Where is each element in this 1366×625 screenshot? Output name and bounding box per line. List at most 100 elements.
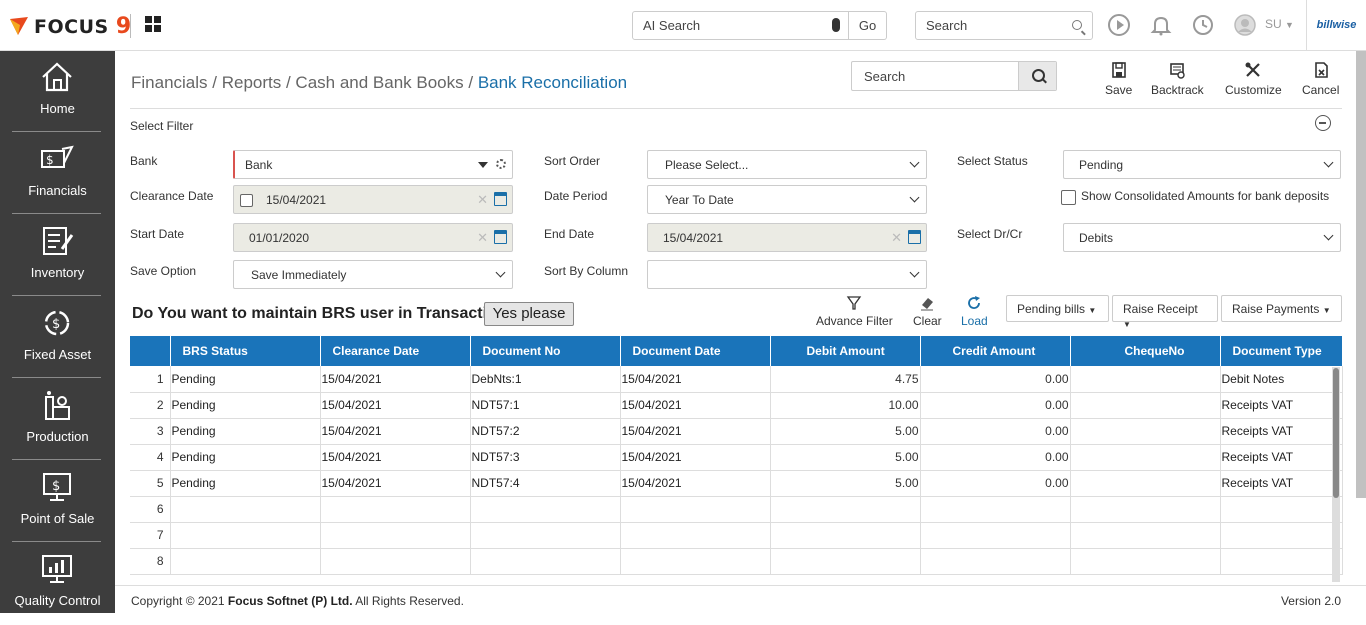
search-icon[interactable] bbox=[1072, 20, 1082, 30]
cell-credit[interactable]: 0.00 bbox=[920, 444, 1071, 471]
go-button[interactable]: Go bbox=[849, 11, 887, 40]
column-header[interactable]: Document No bbox=[470, 336, 621, 366]
column-header[interactable]: Credit Amount bbox=[920, 336, 1071, 366]
cancel-button[interactable]: Cancel bbox=[1302, 61, 1339, 97]
advance-filter-button[interactable]: Advance Filter bbox=[816, 294, 893, 328]
cell-debit[interactable] bbox=[770, 522, 921, 549]
cell-doc-date[interactable]: 15/04/2021 bbox=[620, 470, 771, 497]
cell-cheque[interactable] bbox=[1070, 366, 1221, 393]
raise-payments-dropdown[interactable]: Raise Payments ▼ bbox=[1221, 295, 1342, 322]
column-header[interactable]: Document Type bbox=[1220, 336, 1343, 366]
cell-type[interactable] bbox=[1220, 548, 1343, 575]
cell-type[interactable]: Receipts VAT bbox=[1220, 470, 1343, 497]
pending-bills-dropdown[interactable]: Pending bills ▼ bbox=[1006, 295, 1109, 322]
backtrack-button[interactable]: Backtrack bbox=[1151, 61, 1204, 97]
sidebar-item-production[interactable]: Production bbox=[0, 379, 115, 461]
cell-status[interactable] bbox=[170, 548, 321, 575]
clear-icon[interactable]: ✕ bbox=[891, 230, 902, 246]
cell-type[interactable]: Receipts VAT bbox=[1220, 444, 1343, 471]
raise-receipt-dropdown[interactable]: Raise Receipt ▼ bbox=[1112, 295, 1218, 329]
cell-doc-date[interactable] bbox=[620, 548, 771, 575]
play-icon[interactable] bbox=[1107, 13, 1131, 37]
sidebar-item-home[interactable]: Home bbox=[0, 51, 115, 133]
cell-debit[interactable]: 5.00 bbox=[770, 470, 921, 497]
cell-credit[interactable]: 0.00 bbox=[920, 366, 1071, 393]
breadcrumb-reports[interactable]: Reports bbox=[222, 73, 282, 92]
cell-cheque[interactable] bbox=[1070, 496, 1221, 523]
cell-clearance[interactable] bbox=[320, 548, 471, 575]
cell-cheque[interactable] bbox=[1070, 418, 1221, 445]
clear-button[interactable]: Clear bbox=[913, 294, 942, 328]
sidebar-item-financials[interactable]: $ Financials bbox=[0, 133, 115, 215]
cell-clearance[interactable] bbox=[320, 496, 471, 523]
cell-debit[interactable] bbox=[770, 548, 921, 575]
cell-type[interactable] bbox=[1220, 496, 1343, 523]
cell-debit[interactable] bbox=[770, 496, 921, 523]
cell-doc-no[interactable]: NDT57:3 bbox=[470, 444, 621, 471]
column-header[interactable]: Document Date bbox=[620, 336, 771, 366]
cell-status[interactable]: Pending bbox=[170, 418, 321, 445]
sort-by-column-select[interactable] bbox=[647, 260, 927, 289]
notification-bell-icon[interactable] bbox=[1149, 13, 1173, 37]
table-row[interactable]: 2 Pending 15/04/2021 NDT57:1 15/04/2021 10.00… bbox=[130, 392, 1343, 419]
cell-doc-no[interactable]: NDT57:4 bbox=[470, 470, 621, 497]
select-status-select[interactable]: Pending bbox=[1063, 150, 1341, 179]
cell-debit[interactable]: 5.00 bbox=[770, 418, 921, 445]
cell-doc-date[interactable]: 15/04/2021 bbox=[620, 392, 771, 419]
cell-clearance[interactable]: 15/04/2021 bbox=[320, 444, 471, 471]
cell-doc-no[interactable] bbox=[470, 548, 621, 575]
cell-doc-no[interactable] bbox=[470, 496, 621, 523]
clear-icon[interactable]: ✕ bbox=[477, 230, 488, 246]
breadcrumb-financials[interactable]: Financials bbox=[131, 73, 208, 92]
clearance-date-checkbox[interactable] bbox=[240, 194, 253, 207]
cell-status[interactable]: Pending bbox=[170, 392, 321, 419]
load-button[interactable]: Load bbox=[961, 294, 988, 328]
cell-clearance[interactable]: 15/04/2021 bbox=[320, 392, 471, 419]
cell-status[interactable] bbox=[170, 522, 321, 549]
column-header[interactable]: BRS Status bbox=[170, 336, 321, 366]
cell-credit[interactable]: 0.00 bbox=[920, 418, 1071, 445]
cell-doc-date[interactable] bbox=[620, 496, 771, 523]
table-row[interactable]: 5 Pending 15/04/2021 NDT57:4 15/04/2021 5.00 0… bbox=[130, 470, 1343, 497]
table-row[interactable]: 4 Pending 15/04/2021 NDT57:3 15/04/2021 5.00 0… bbox=[130, 444, 1343, 471]
select-drcr-select[interactable]: Debits bbox=[1063, 223, 1341, 252]
focus9-logo[interactable]: FOCUS 9 bbox=[8, 10, 132, 42]
billwise-link[interactable]: billwise bbox=[1306, 0, 1366, 51]
cell-type[interactable]: Receipts VAT bbox=[1220, 392, 1343, 419]
history-icon[interactable] bbox=[1191, 13, 1215, 37]
cell-doc-date[interactable]: 15/04/2021 bbox=[620, 444, 771, 471]
global-search-input[interactable]: Search bbox=[915, 11, 1093, 40]
sort-order-select[interactable]: Please Select... bbox=[647, 150, 927, 179]
cell-credit[interactable]: 0.00 bbox=[920, 470, 1071, 497]
cell-doc-no[interactable]: NDT57:1 bbox=[470, 392, 621, 419]
cell-credit[interactable]: 0.00 bbox=[920, 392, 1071, 419]
column-header[interactable]: ChequeNo bbox=[1070, 336, 1221, 366]
microphone-icon[interactable] bbox=[832, 18, 840, 32]
sidebar-item-point-of-sale[interactable]: $ Point of Sale bbox=[0, 461, 115, 543]
cell-clearance[interactable] bbox=[320, 522, 471, 549]
cell-status[interactable]: Pending bbox=[170, 444, 321, 471]
cell-doc-no[interactable]: NDT57:2 bbox=[470, 418, 621, 445]
consolidated-checkbox[interactable] bbox=[1061, 190, 1076, 205]
cell-credit[interactable] bbox=[920, 496, 1071, 523]
save-button[interactable]: Save bbox=[1105, 61, 1132, 97]
table-row[interactable]: 1 Pending 15/04/2021 DebNts:1 15/04/2021 4.75… bbox=[130, 366, 1343, 393]
cell-doc-date[interactable]: 15/04/2021 bbox=[620, 366, 771, 393]
cell-debit[interactable]: 4.75 bbox=[770, 366, 921, 393]
ai-search-input[interactable]: AI Search bbox=[632, 11, 849, 40]
consolidated-label[interactable]: Show Consolidated Amounts for bank depos… bbox=[1081, 189, 1329, 203]
table-row[interactable]: 6 bbox=[130, 496, 1343, 523]
clear-icon[interactable]: ✕ bbox=[477, 192, 488, 208]
cell-status[interactable]: Pending bbox=[170, 366, 321, 393]
cell-status[interactable] bbox=[170, 496, 321, 523]
calendar-icon[interactable] bbox=[494, 230, 507, 244]
table-row[interactable]: 8 bbox=[130, 548, 1343, 575]
sidebar-item-fixed-asset[interactable]: $ Fixed Asset bbox=[0, 297, 115, 379]
cell-doc-no[interactable] bbox=[470, 522, 621, 549]
date-period-select[interactable]: Year To Date bbox=[647, 185, 927, 214]
bank-select[interactable]: Bank bbox=[233, 150, 513, 179]
cell-type[interactable]: Receipts VAT bbox=[1220, 418, 1343, 445]
calendar-icon[interactable] bbox=[908, 230, 921, 244]
column-header[interactable]: Debit Amount bbox=[770, 336, 921, 366]
cell-cheque[interactable] bbox=[1070, 522, 1221, 549]
